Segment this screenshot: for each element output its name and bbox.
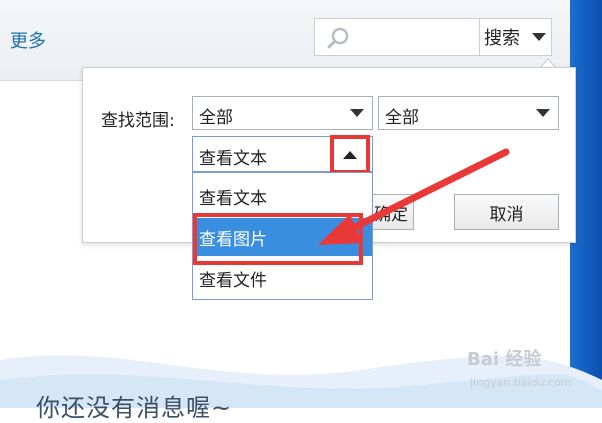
search-options-toggle[interactable] xyxy=(525,19,552,55)
scope-select-1[interactable]: 全部 xyxy=(192,96,373,130)
scope-select-2[interactable]: 全部 xyxy=(378,96,559,130)
search-icon xyxy=(327,27,349,49)
search-button[interactable]: 搜索 xyxy=(479,19,524,55)
annotation-highlight-box xyxy=(193,213,363,265)
search-box[interactable]: 搜索 xyxy=(314,18,552,56)
scope-select-1-value: 全部 xyxy=(199,108,233,128)
search-input[interactable] xyxy=(359,25,475,51)
view-type-toggle[interactable] xyxy=(330,135,370,174)
cancel-button[interactable]: 取消 xyxy=(454,194,559,230)
ok-button[interactable]: 确定 xyxy=(370,194,414,230)
triangle-down-icon xyxy=(350,109,364,117)
more-link[interactable]: 更多 xyxy=(10,27,46,53)
scope-label: 查找范围: xyxy=(101,111,175,131)
dropdown-option-text[interactable]: 查看文本 xyxy=(193,177,372,215)
view-type-value: 查看文本 xyxy=(199,149,267,169)
watermark-url: jingyan.baidu.com xyxy=(470,376,572,389)
triangle-down-icon xyxy=(536,109,550,117)
empty-message: 你还没有消息喔~ xyxy=(36,394,233,422)
watermark: Bai 经验 xyxy=(467,349,542,370)
scope-select-2-value: 全部 xyxy=(385,108,419,128)
triangle-down-icon xyxy=(531,33,546,41)
triangle-up-icon xyxy=(343,150,357,159)
